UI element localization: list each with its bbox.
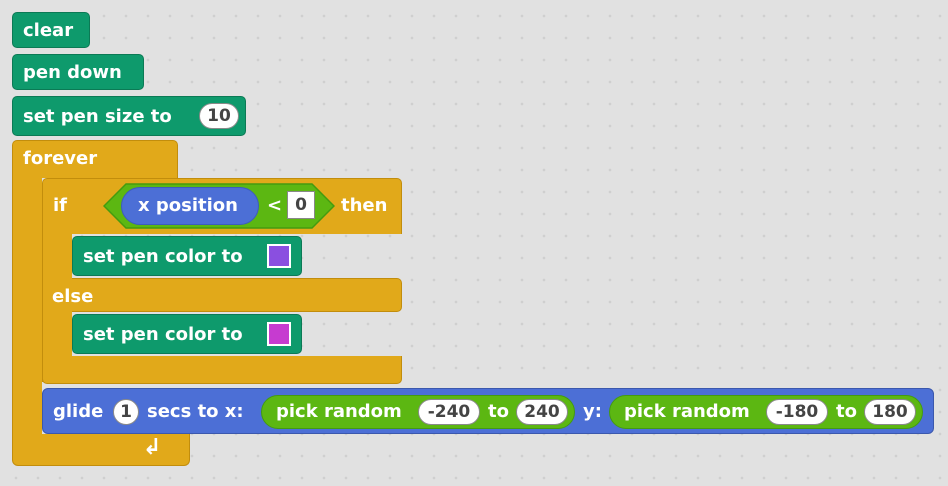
random-y-from-input[interactable]: -180 (766, 399, 828, 425)
forever-bottom: ↲ (12, 434, 190, 466)
set-pen-size-block[interactable]: set pen size to 10 (12, 96, 246, 136)
glide-label: glide (53, 401, 104, 422)
x-position-label: x position (138, 195, 238, 216)
forever-label: forever (23, 148, 98, 169)
pick-random-x-reporter[interactable]: pick random -240 to 240 (261, 395, 575, 429)
set-pen-size-label: set pen size to (23, 106, 172, 127)
glide-block[interactable]: glide 1 secs to x: pick random -240 to 2… (42, 388, 934, 434)
pen-down-label: pen down (23, 62, 122, 83)
clear-label: clear (23, 20, 74, 41)
if-else-block[interactable]: if x position < 0 then (42, 178, 402, 234)
forever-block[interactable]: forever (12, 140, 178, 178)
pen-down-block[interactable]: pen down (12, 54, 144, 90)
pick-random-y-reporter[interactable]: pick random -180 to 180 (609, 395, 923, 429)
pick-random-x-label: pick random (276, 401, 402, 422)
forever-arm (12, 176, 42, 442)
loop-arrow-icon: ↲ (143, 435, 162, 460)
clear-block[interactable]: clear (12, 12, 90, 48)
pen-size-input[interactable]: 10 (199, 103, 239, 129)
set-pen-color-label-2: set pen color to (83, 324, 243, 345)
random-x-to-input[interactable]: 240 (516, 399, 568, 425)
then-label: then (341, 195, 388, 216)
random-y-to-label: to (836, 401, 857, 422)
pick-random-y-label: pick random (624, 401, 750, 422)
else-label: else (52, 286, 94, 307)
compare-value-input[interactable]: 0 (287, 191, 315, 219)
x-position-reporter[interactable]: x position (121, 187, 259, 225)
random-x-to-label: to (488, 401, 509, 422)
set-pen-color-block-2[interactable]: set pen color to (72, 314, 302, 354)
pen-color-swatch-1[interactable] (267, 244, 291, 268)
random-x-from-input[interactable]: -240 (418, 399, 480, 425)
if-label: if (53, 195, 68, 216)
set-pen-color-block-1[interactable]: set pen color to (72, 236, 302, 276)
else-section: else (52, 278, 402, 312)
random-y-to-input[interactable]: 180 (864, 399, 916, 425)
glide-secs-input[interactable]: 1 (113, 399, 139, 425)
set-pen-color-label-1: set pen color to (83, 246, 243, 267)
less-than-symbol: < (267, 195, 283, 216)
if-else-bottom (42, 356, 402, 384)
pen-color-swatch-2[interactable] (267, 322, 291, 346)
y-label: y: (583, 401, 602, 422)
secs-to-x-label: secs to x: (147, 401, 244, 422)
